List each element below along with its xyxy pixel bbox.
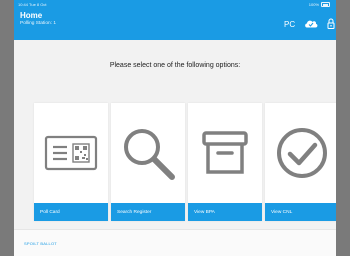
main-content: Please select one of the following optio… (14, 40, 336, 256)
lock-icon[interactable] (327, 18, 335, 30)
search-register-option[interactable]: Search Register (111, 103, 185, 221)
poll-card-option[interactable]: Poll Card (34, 103, 108, 221)
pc-button[interactable]: PC (284, 20, 295, 29)
checkmark-circle-icon (277, 128, 327, 178)
battery-level: 100% (308, 2, 319, 7)
option-label: Poll Card (40, 210, 60, 215)
view-cnl-option[interactable]: View CNL (265, 103, 336, 221)
option-label: View CNL (271, 210, 293, 215)
cloud-sync-icon[interactable] (304, 18, 318, 29)
spoilt-ballot-label: SPOILT BALLOT (24, 241, 57, 246)
app-screen: 10:44 Tue 8 Oct 100% Home Polling Statio… (14, 0, 336, 256)
magnifier-icon (124, 129, 175, 180)
battery-icon (321, 2, 330, 7)
polling-station-label: Polling Station: 1 (20, 21, 57, 26)
app-header: 10:44 Tue 8 Oct 100% Home Polling Statio… (14, 0, 336, 40)
view-bpa-option[interactable]: View BPA (188, 103, 262, 221)
page-title: Home (20, 11, 43, 20)
option-label: View BPA (194, 210, 215, 215)
selection-prompt: Please select one of the following optio… (109, 62, 241, 69)
option-label: Search Register (117, 210, 152, 215)
id-card-icon (44, 135, 98, 171)
archive-box-icon (202, 131, 248, 174)
spoilt-ballot-button[interactable]: SPOILT BALLOT (14, 229, 336, 256)
status-time: 10:44 Tue 8 Oct (18, 2, 47, 7)
status-indicators: 100% (309, 2, 330, 7)
